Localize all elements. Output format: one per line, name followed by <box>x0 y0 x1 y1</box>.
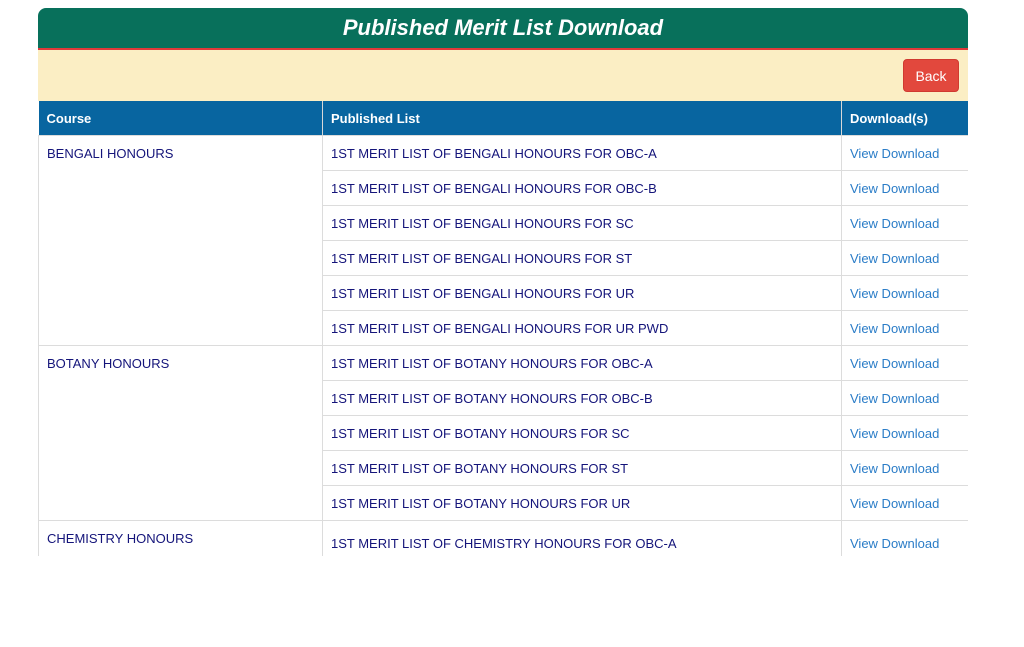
published-list-cell: 1ST MERIT LIST OF BOTANY HONOURS FOR ST <box>322 450 842 486</box>
view-download-link[interactable]: View Download <box>850 391 939 406</box>
merit-list-panel: Published Merit List Download Back Cours… <box>38 8 968 556</box>
published-list-cell: 1ST MERIT LIST OF BOTANY HONOURS FOR SC <box>322 415 842 451</box>
published-list-cell: 1ST MERIT LIST OF BENGALI HONOURS FOR UR <box>322 275 842 311</box>
download-cell: View Download <box>841 135 968 171</box>
download-cell: View Download <box>841 450 968 486</box>
view-download-link[interactable]: View Download <box>850 251 939 266</box>
view-download-link[interactable]: View Download <box>850 536 939 551</box>
view-download-link[interactable]: View Download <box>850 286 939 301</box>
published-list-cell: 1ST MERIT LIST OF BOTANY HONOURS FOR OBC… <box>322 380 842 416</box>
published-list-cell: 1ST MERIT LIST OF BENGALI HONOURS FOR OB… <box>322 135 842 171</box>
download-cell: View Download <box>841 415 968 451</box>
download-cell: View Download <box>841 345 968 381</box>
course-cell: BENGALI HONOURS <box>38 135 323 346</box>
download-cell: View Download <box>841 380 968 416</box>
download-cell: View Download <box>841 275 968 311</box>
download-cell: View Download <box>841 520 968 556</box>
table-row: CHEMISTRY HONOURS 1ST MERIT LIST OF CHEMI… <box>38 520 968 556</box>
column-header-published-list: Published List <box>322 101 842 136</box>
download-cell: View Download <box>841 310 968 346</box>
download-cell: View Download <box>841 205 968 241</box>
published-list-cell: 1ST MERIT LIST OF BENGALI HONOURS FOR UR… <box>322 310 842 346</box>
action-bar: Back <box>38 50 968 101</box>
view-download-link[interactable]: View Download <box>850 356 939 371</box>
merit-list-table: Course Published List Download(s) BENGAL… <box>38 101 968 556</box>
download-cell: View Download <box>841 240 968 276</box>
course-cell: BOTANY HONOURS <box>38 345 323 521</box>
view-download-link[interactable]: View Download <box>850 216 939 231</box>
table-row: BOTANY HONOURS 1ST MERIT LIST OF BOTANY H… <box>38 345 968 521</box>
column-header-course: Course <box>38 101 323 136</box>
page-title: Published Merit List Download <box>38 8 968 50</box>
view-download-link[interactable]: View Download <box>850 181 939 196</box>
view-download-link[interactable]: View Download <box>850 146 939 161</box>
table-body: BENGALI HONOURS 1ST MERIT LIST OF BENGALI… <box>38 135 968 556</box>
column-header-downloads: Download(s) <box>841 101 968 136</box>
published-list-cell: 1ST MERIT LIST OF CHEMISTRY HONOURS FOR … <box>322 520 842 556</box>
download-cell: View Download <box>841 485 968 521</box>
published-list-cell: 1ST MERIT LIST OF BOTANY HONOURS FOR UR <box>322 485 842 521</box>
course-cell: CHEMISTRY HONOURS <box>38 520 323 556</box>
published-list-cell: 1ST MERIT LIST OF BENGALI HONOURS FOR OB… <box>322 170 842 206</box>
published-list-cell: 1ST MERIT LIST OF BENGALI HONOURS FOR ST <box>322 240 842 276</box>
table-row: BENGALI HONOURS 1ST MERIT LIST OF BENGALI… <box>38 135 968 346</box>
download-cell: View Download <box>841 170 968 206</box>
published-list-cell: 1ST MERIT LIST OF BENGALI HONOURS FOR SC <box>322 205 842 241</box>
view-download-link[interactable]: View Download <box>850 496 939 511</box>
table-header-row: Course Published List Download(s) <box>38 101 968 136</box>
view-download-link[interactable]: View Download <box>850 461 939 476</box>
published-list-cell: 1ST MERIT LIST OF BOTANY HONOURS FOR OBC… <box>322 345 842 381</box>
view-download-link[interactable]: View Download <box>850 426 939 441</box>
view-download-link[interactable]: View Download <box>850 321 939 336</box>
back-button[interactable]: Back <box>903 59 959 92</box>
